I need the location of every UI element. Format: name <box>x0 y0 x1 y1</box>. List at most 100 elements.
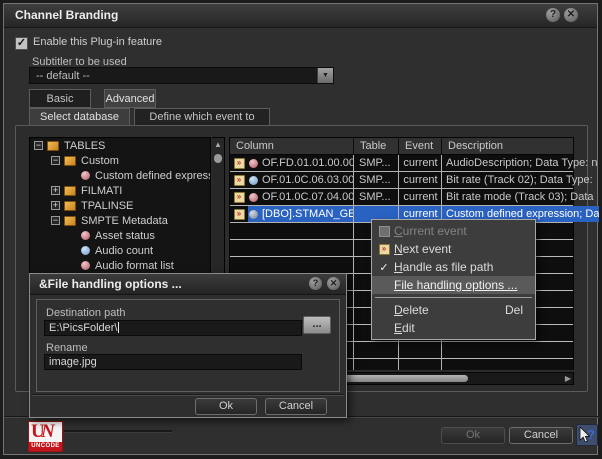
cell-table: SMP... <box>354 157 399 169</box>
row-arrow-icon <box>234 175 245 186</box>
help-question-mark: ? <box>587 427 595 442</box>
dialog-help-icon[interactable]: ? <box>309 277 322 290</box>
subtab-define-event[interactable]: Define which event to process <box>134 108 270 126</box>
menu-item-edit[interactable]: Edit <box>372 319 535 337</box>
file-handling-dialog: &File handling options ... ? ✕ Destinati… <box>29 273 347 418</box>
tree-item-label: SMPTE Metadata <box>81 215 168 227</box>
collapse-icon[interactable]: − <box>51 216 60 225</box>
title-bar[interactable]: Channel Branding ? ✕ <box>4 4 597 28</box>
tree-item-custom-defined-expressic[interactable]: Custom defined expressic <box>30 168 210 183</box>
tree-item-tables[interactable]: − TABLES <box>30 138 210 153</box>
row-gutter <box>230 189 248 205</box>
expand-icon[interactable]: + <box>51 201 60 210</box>
tree-item-label: TPALINSE <box>81 200 133 212</box>
destination-path-input[interactable]: E:\PicsFolder\ <box>44 320 302 336</box>
menu-item-delete[interactable]: DeleteDel <box>372 301 535 319</box>
row-arrow-icon <box>234 209 245 220</box>
sphere-pink-icon <box>249 159 258 168</box>
rename-input[interactable]: image.jpg <box>44 354 302 370</box>
subtitler-dropdown[interactable]: -- default -- ▼ <box>29 67 334 84</box>
destination-path-value: E:\PicsFolder\ <box>49 322 117 334</box>
tree-item-smpte-metadata[interactable]: − SMPTE Metadata <box>30 213 210 228</box>
tab-basic-settings[interactable]: Basic Settings <box>29 89 91 108</box>
tree-item-filmati[interactable]: + FILMATI <box>30 183 210 198</box>
tree-item-audio-count[interactable]: Audio count <box>30 243 210 258</box>
table-row[interactable]: OF.FD.01.01.00.00.0...SMP...currentAudio… <box>230 155 573 172</box>
menu-shortcut: Del <box>505 303 523 317</box>
table-row[interactable]: OF.01.0C.06.03.00.0...SMP...currentBit r… <box>230 172 573 189</box>
row-gutter <box>230 206 248 222</box>
cell-column-text: OF.01.0C.06.03.00.0... <box>262 174 354 186</box>
table-body[interactable]: OF.FD.01.01.00.00.0...SMP...currentAudio… <box>229 155 574 223</box>
cell-column-text: [DBO].STMAN_GET... <box>262 208 354 220</box>
context-help-button[interactable]: ? <box>576 424 598 446</box>
tree-item-label: TABLES <box>64 140 105 152</box>
menu-item-label: Edit <box>394 321 533 335</box>
table-header[interactable]: ColumnTableEventDescription <box>229 137 574 155</box>
text-caret <box>118 322 119 333</box>
help-icon[interactable]: ? <box>546 8 560 22</box>
column-header-column[interactable]: Column <box>230 138 354 154</box>
database-fields-tree[interactable]: −TABLES−CustomCustom defined expressic+F… <box>29 137 211 284</box>
browse-button[interactable]: ... <box>303 316 331 334</box>
tree-item-label: Audio format list <box>95 260 174 272</box>
dialog-cancel-button[interactable]: Cancel <box>265 398 327 415</box>
tree-item-tpalinse[interactable]: + TPALINSE <box>30 198 210 213</box>
dialog-close-icon[interactable]: ✕ <box>327 277 340 290</box>
next-event-icon <box>379 244 390 255</box>
cancel-button[interactable]: Cancel <box>509 427 573 444</box>
close-icon[interactable]: ✕ <box>564 8 578 22</box>
table-icon <box>47 141 59 151</box>
tree-scrollbar-thumb[interactable] <box>214 154 222 163</box>
cell-event: current <box>399 174 442 186</box>
cell-column: OF.FD.01.01.00.00.0... <box>248 157 354 169</box>
tree-item-custom[interactable]: − Custom <box>30 153 210 168</box>
tree-scrollbar[interactable]: ▲ <box>212 137 225 284</box>
column-header-event[interactable]: Event <box>399 138 442 154</box>
ok-button[interactable]: Ok <box>441 427 505 444</box>
tree-item-audio-format-list[interactable]: Audio format list <box>30 258 210 273</box>
collapse-icon[interactable]: − <box>34 141 43 150</box>
cell-column: OF.01.0C.06.03.00.0... <box>248 174 354 186</box>
column-header-table[interactable]: Table <box>354 138 399 154</box>
chevron-down-icon[interactable]: ▼ <box>317 68 333 83</box>
tree-item-asset-status[interactable]: Asset status <box>30 228 210 243</box>
cell-table: SMP... <box>354 174 399 186</box>
sphere-pink-icon <box>249 193 258 202</box>
tree-item-label: Audio count <box>95 245 153 257</box>
subtab-select-database-fields[interactable]: Select database fields <box>29 108 130 126</box>
cell-description: Bit rate (Track 02); Data Type: <box>442 174 593 186</box>
dialog-title-bar[interactable]: &File handling options ... ? ✕ <box>30 274 346 295</box>
menu-item-label: File handling options ... <box>394 278 533 292</box>
expand-icon[interactable]: + <box>51 186 60 195</box>
cell-description: Bit rate mode (Track 03); Data <box>442 191 594 203</box>
column-header-description[interactable]: Description <box>442 138 573 154</box>
menu-item-file-handling-options[interactable]: File handling options ... <box>372 276 535 294</box>
sphere-blue-icon <box>81 246 90 255</box>
cell-event: current <box>399 191 442 203</box>
enable-plugin-checkbox[interactable]: ✓ <box>15 37 28 50</box>
check-icon: ✓ <box>379 261 388 274</box>
table-row[interactable]: OF.01.0C.07.04.00.0...SMP...currentBit r… <box>230 189 573 206</box>
dialog-ok-button[interactable]: Ok <box>195 398 257 415</box>
bottom-groove <box>64 430 172 433</box>
dialog-title: &File handling options ... <box>39 277 182 291</box>
uncode-logo: U N UNCODE <box>28 421 63 452</box>
tree-item-label: Custom <box>81 155 119 167</box>
destination-path-label: Destination path <box>46 307 126 319</box>
sphere-blue-icon <box>249 176 258 185</box>
table-icon <box>64 216 76 226</box>
scroll-up-icon[interactable]: ▲ <box>212 140 224 149</box>
tab-advanced[interactable]: Advanced <box>104 89 156 108</box>
menu-separator <box>375 297 532 298</box>
menu-item-next-event[interactable]: Next event <box>372 240 535 258</box>
row-gutter <box>230 172 248 188</box>
row-body: OF.01.0C.07.04.00.0...SMP...currentBit r… <box>248 189 594 205</box>
cell-table: SMP... <box>354 191 399 203</box>
tree-item-label: FILMATI <box>81 185 122 197</box>
scroll-right-icon[interactable]: ▶ <box>565 374 571 383</box>
menu-item-handle-as-file-path[interactable]: ✓Handle as file path <box>372 258 535 276</box>
logo-letter-n: N <box>41 421 55 443</box>
subtitler-dropdown-value: -- default -- <box>36 70 90 82</box>
collapse-icon[interactable]: − <box>51 156 60 165</box>
